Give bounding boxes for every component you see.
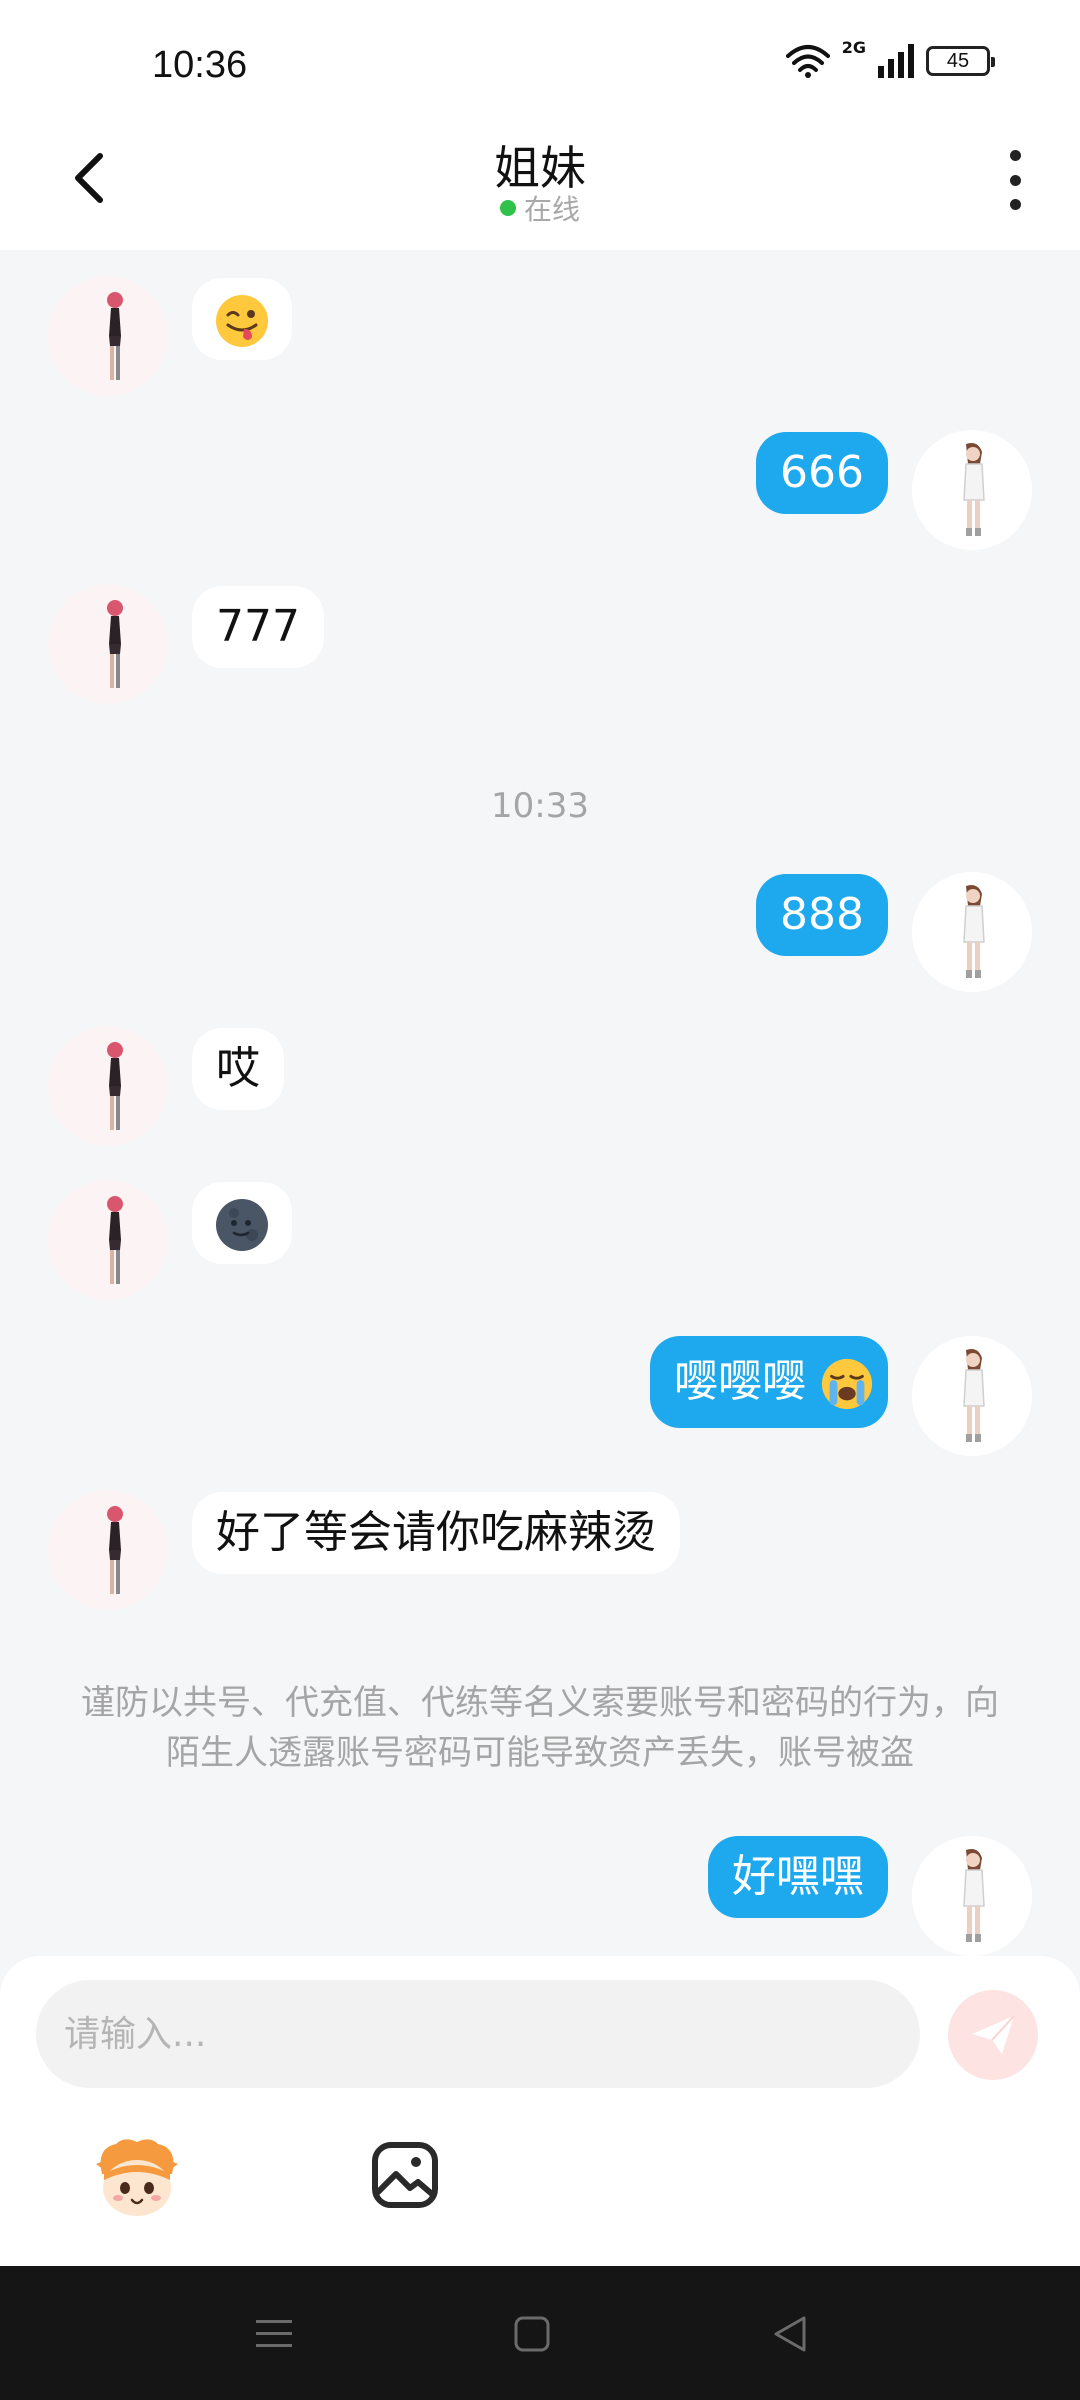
- message-bubble[interactable]: 888: [756, 874, 888, 956]
- girl-figure-icon: [48, 1026, 168, 1146]
- my-avatar[interactable]: [912, 1336, 1032, 1456]
- message-bubble[interactable]: [192, 278, 292, 360]
- signal-icon: [878, 44, 914, 78]
- message-bubble[interactable]: 666: [756, 432, 888, 514]
- online-status: 在线: [0, 188, 1080, 228]
- more-dot-icon: [1009, 199, 1021, 210]
- my-avatar[interactable]: [912, 430, 1032, 550]
- message-text: 嘤嘤嘤: [674, 1356, 806, 1407]
- message-bubble[interactable]: 好了等会请你吃麻辣烫: [192, 1492, 680, 1574]
- home-nav-button[interactable]: [504, 2306, 560, 2362]
- sticker-button[interactable]: [92, 2134, 182, 2224]
- input-panel: [0, 1956, 1080, 2266]
- my-avatar[interactable]: [912, 872, 1032, 992]
- contact-avatar[interactable]: [48, 1026, 168, 1146]
- girl-figure-icon: [912, 1336, 1032, 1456]
- menu-icon: [256, 2320, 292, 2347]
- message-bubble[interactable]: 好嘿嘿: [708, 1836, 888, 1918]
- image-icon: [372, 2142, 438, 2208]
- girl-figure-icon: [912, 872, 1032, 992]
- online-status-label: 在线: [523, 193, 580, 226]
- girl-figure-icon: [48, 1490, 168, 1610]
- message-bubble[interactable]: 777: [192, 586, 324, 668]
- girl-figure-icon: [48, 1180, 168, 1300]
- network-type: 2G: [841, 37, 866, 57]
- status-icons: 2G 45: [785, 38, 995, 78]
- message-input[interactable]: [36, 1980, 920, 2088]
- online-dot-icon: [499, 200, 516, 216]
- image-picker-button[interactable]: [370, 2140, 440, 2210]
- back-triangle-icon: [774, 2316, 806, 2352]
- mascot-sticker-icon: [96, 2139, 178, 2216]
- more-dot-icon: [1009, 174, 1021, 186]
- home-square-icon: [514, 2316, 550, 2352]
- my-avatar[interactable]: [912, 1836, 1032, 1956]
- message-bubble[interactable]: [192, 1182, 292, 1264]
- contact-avatar[interactable]: [48, 584, 168, 704]
- girl-figure-icon: [48, 584, 168, 704]
- security-notice: 谨防以共号、代充值、代练等名义索要账号和密码的行为，向陌生人透露账号密码可能导致…: [81, 1683, 999, 1773]
- chat-header: 姐妹 在线: [0, 110, 1080, 250]
- more-dot-icon: [1009, 150, 1021, 161]
- girl-figure-icon: [48, 276, 168, 396]
- send-button[interactable]: [948, 1990, 1038, 2080]
- status-bar: 10:36 2G 45: [0, 0, 1080, 110]
- loudly-crying-emoji-icon: [821, 1358, 873, 1410]
- wifi-icon: [785, 45, 830, 78]
- contact-avatar[interactable]: [48, 276, 168, 396]
- message-timestamp: 10:33: [491, 786, 589, 826]
- status-time: 10:36: [152, 44, 248, 86]
- girl-figure-icon: [912, 430, 1032, 550]
- menu-nav-button[interactable]: [246, 2306, 302, 2362]
- back-nav-button[interactable]: [762, 2306, 818, 2362]
- system-nav-bar: [0, 2266, 1080, 2400]
- chat-screen: 10:36 2G 45 姐妹 在线 666 777 10:33 888 哎 嘤嘤…: [0, 0, 1080, 2400]
- winking-tongue-emoji-icon: [216, 295, 268, 347]
- message-bubble[interactable]: 嘤嘤嘤: [650, 1336, 888, 1428]
- paper-plane-icon: [972, 2015, 1015, 2054]
- contact-avatar[interactable]: [48, 1180, 168, 1300]
- girl-figure-icon: [912, 1836, 1032, 1956]
- new-moon-face-emoji-icon: [216, 1199, 268, 1251]
- message-list[interactable]: 666 777 10:33 888 哎 嘤嘤嘤 好了等会请你吃麻辣烫 谨防以共号…: [0, 250, 1080, 1956]
- more-options-button[interactable]: [1000, 150, 1030, 210]
- contact-avatar[interactable]: [48, 1490, 168, 1610]
- battery-indicator: 45: [926, 46, 995, 76]
- message-bubble[interactable]: 哎: [192, 1028, 284, 1110]
